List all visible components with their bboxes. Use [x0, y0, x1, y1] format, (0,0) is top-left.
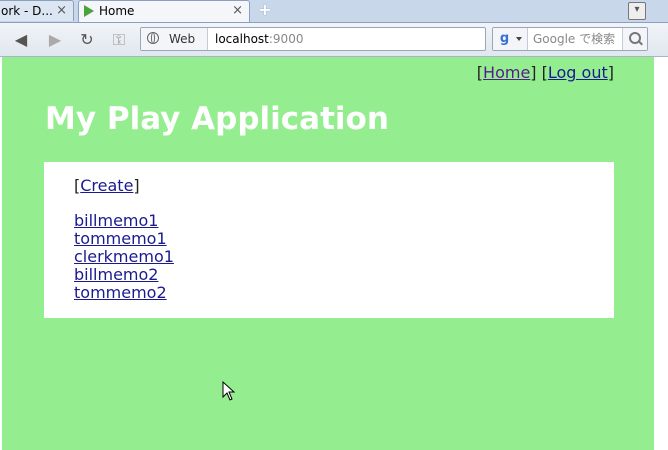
- memo-link[interactable]: billmemo2: [74, 265, 158, 284]
- search-icon[interactable]: [622, 28, 647, 50]
- tab-label: Home: [99, 4, 135, 18]
- site-info-button[interactable]: Web: [141, 28, 208, 50]
- search-input[interactable]: Google で検索: [533, 28, 615, 50]
- tab-home[interactable]: Home ×: [78, 0, 250, 22]
- google-icon: g: [499, 31, 510, 46]
- close-icon[interactable]: ×: [56, 1, 67, 21]
- url-port: :9000: [268, 32, 304, 46]
- close-icon[interactable]: ×: [232, 1, 243, 21]
- memo-list: billmemo1 tommemo1 clerkmemo1 billmemo2 …: [74, 212, 174, 302]
- chevron-down-icon: [516, 37, 522, 41]
- memo-link[interactable]: clerkmemo1: [74, 247, 174, 266]
- tab-work[interactable]: ork - D... ×: [0, 0, 74, 21]
- site-label: Web: [169, 32, 196, 46]
- window-edge: [654, 57, 668, 450]
- page-title: My Play Application: [45, 101, 389, 137]
- list-item: tommemo1: [74, 230, 174, 248]
- forward-icon[interactable]: ▶: [44, 29, 66, 51]
- list-item: clerkmemo1: [74, 248, 174, 266]
- browser-toolbar: ◀ ▶ ↻ ⚿ Web localhost:9000 g Google で検索: [0, 23, 668, 57]
- memo-link[interactable]: tommemo2: [74, 283, 167, 302]
- top-nav: [Home] [Log out]: [476, 63, 614, 82]
- create-link[interactable]: Create: [80, 176, 133, 195]
- new-tab-icon[interactable]: +: [256, 2, 274, 18]
- create-wrapper: [Create]: [74, 176, 140, 195]
- tab-label: ork - D...: [1, 4, 53, 18]
- memo-panel: [Create] billmemo1 tommemo1 clerkmemo1 b…: [44, 162, 614, 318]
- search-engine-selector[interactable]: g: [493, 28, 528, 50]
- memo-link[interactable]: billmemo1: [74, 211, 158, 230]
- play-icon: [84, 5, 94, 17]
- address-bar[interactable]: Web localhost:9000: [140, 27, 486, 51]
- key-icon[interactable]: ⚿: [108, 29, 130, 51]
- globe-icon: [147, 32, 159, 44]
- back-icon[interactable]: ◀: [10, 29, 32, 51]
- list-item: billmemo1: [74, 212, 174, 230]
- list-item: billmemo2: [74, 266, 174, 284]
- list-item: tommemo2: [74, 284, 174, 302]
- url-host: localhost: [215, 32, 269, 46]
- tab-strip: ork - D... × Home × + ▾: [0, 0, 668, 23]
- memo-link[interactable]: tommemo1: [74, 229, 167, 248]
- page-content: [Home] [Log out] My Play Application [Cr…: [2, 57, 654, 450]
- trash-icon[interactable]: ▾: [628, 2, 646, 20]
- url-text[interactable]: localhost:9000: [215, 28, 303, 50]
- reload-icon[interactable]: ↻: [76, 29, 98, 51]
- home-link[interactable]: Home: [483, 63, 530, 82]
- logout-link[interactable]: Log out: [548, 63, 608, 82]
- search-box[interactable]: g Google で検索: [492, 27, 648, 51]
